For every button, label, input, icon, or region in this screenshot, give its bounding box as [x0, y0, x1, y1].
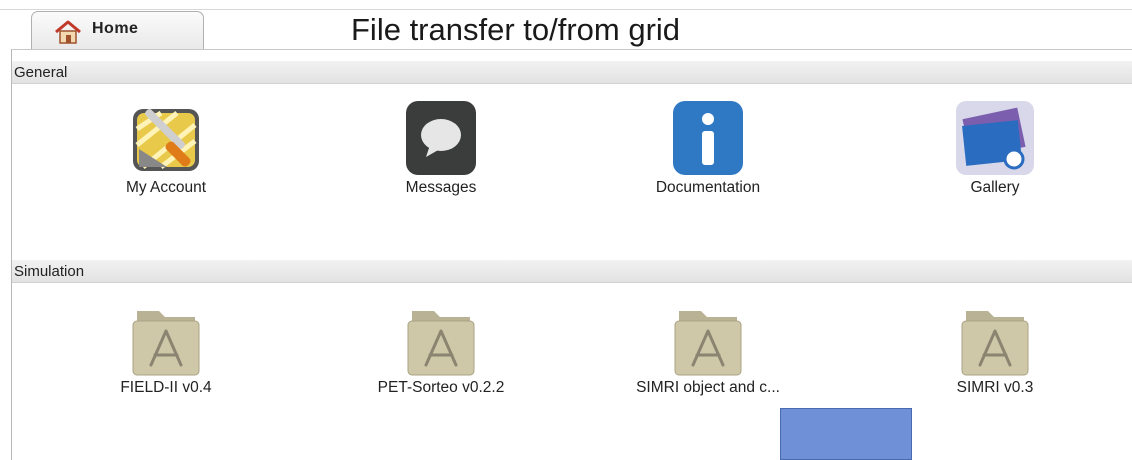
- home-icon: [55, 20, 81, 44]
- app-folder-icon: [407, 311, 475, 376]
- page-title: File transfer to/from grid: [351, 12, 681, 47]
- app-folder-icon: [961, 311, 1029, 376]
- app-label: Documentation: [655, 179, 761, 196]
- app-gallery[interactable]: Gallery: [895, 99, 1095, 197]
- app-messages[interactable]: Messages: [341, 99, 541, 197]
- tab-home[interactable]: Home: [31, 11, 204, 49]
- app-simri-object[interactable]: SIMRI object and c...: [608, 303, 808, 397]
- overlay-rectangle: [780, 408, 912, 460]
- account-tools-icon: [133, 109, 199, 171]
- app-simri-v03[interactable]: SIMRI v0.3: [895, 303, 1095, 397]
- app-label: PET-Sorteo v0.2.2: [377, 379, 505, 396]
- section-header-simulation: Simulation: [12, 260, 1132, 283]
- app-folder-icon: [674, 311, 742, 376]
- tab-home-label: Home: [92, 20, 139, 37]
- section-header-general: General: [12, 61, 1132, 84]
- app-label: SIMRI v0.3: [956, 379, 1034, 396]
- speech-bubble-icon: [406, 101, 476, 175]
- app-label: Messages: [405, 179, 477, 196]
- info-icon: [673, 101, 743, 175]
- app-label: My Account: [125, 179, 207, 196]
- app-folder-icon: [132, 311, 200, 376]
- app-pet-sorteo[interactable]: PET-Sorteo v0.2.2: [341, 303, 541, 397]
- app-documentation[interactable]: Documentation: [608, 99, 808, 197]
- app-label: FIELD-II v0.4: [120, 379, 212, 396]
- gallery-icon: [956, 101, 1034, 175]
- app-field-ii[interactable]: FIELD-II v0.4: [66, 303, 266, 397]
- app-label: SIMRI object and c...: [636, 379, 780, 396]
- app-my-account[interactable]: My Account: [66, 99, 266, 197]
- top-divider: [0, 9, 1132, 10]
- app-label: Gallery: [970, 179, 1020, 196]
